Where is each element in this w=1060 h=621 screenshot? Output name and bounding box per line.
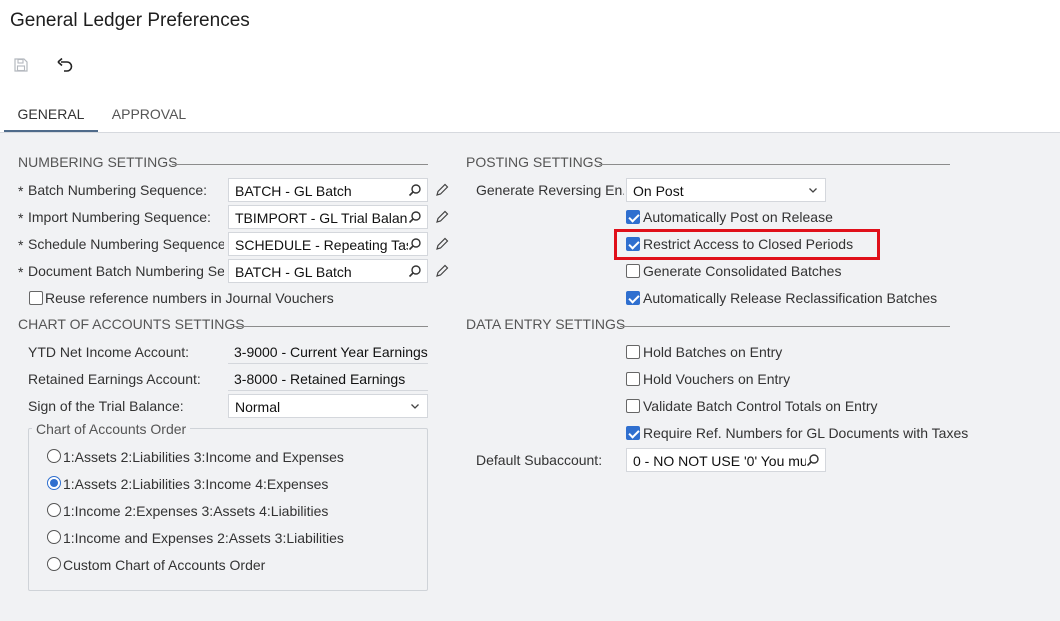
generate-reversing-label: Generate Reversing En... bbox=[476, 182, 624, 198]
search-icon[interactable] bbox=[408, 237, 422, 251]
ytd-net-income-label: YTD Net Income Account: bbox=[28, 344, 190, 360]
hold-batches-checkbox[interactable] bbox=[626, 345, 640, 359]
import-numbering-value: TBIMPORT - GL Trial Balance bbox=[235, 210, 421, 226]
import-numbering-input[interactable]: TBIMPORT - GL Trial Balance bbox=[228, 205, 428, 229]
undo-button[interactable] bbox=[55, 55, 75, 75]
document-batch-numbering-value: BATCH - GL Batch bbox=[235, 264, 352, 280]
hold-batches-label: Hold Batches on Entry bbox=[643, 344, 783, 360]
generate-consolidated-label: Generate Consolidated Batches bbox=[643, 263, 842, 279]
search-icon[interactable] bbox=[408, 264, 422, 278]
coa-order-radio-1[interactable] bbox=[47, 449, 61, 463]
coa-order-radio-3[interactable] bbox=[47, 503, 61, 517]
coa-order-option-label: Custom Chart of Accounts Order bbox=[63, 557, 266, 573]
default-subaccount-value: 0 - NO NOT USE '0' You must bbox=[633, 453, 819, 469]
search-icon[interactable] bbox=[806, 453, 820, 467]
ytd-net-income-value: 3-9000 - Current Year Earnings bbox=[228, 340, 428, 364]
generate-reversing-select[interactable]: On Post bbox=[626, 178, 826, 202]
sign-trial-balance-value: Normal bbox=[235, 399, 281, 415]
tab-approval[interactable]: APPROVAL bbox=[104, 96, 194, 133]
sign-trial-balance-select[interactable]: Normal bbox=[228, 394, 428, 418]
numbering-section-title: NUMBERING SETTINGS bbox=[18, 154, 178, 170]
save-button[interactable] bbox=[11, 55, 31, 75]
coa-order-option-label: 1:Income 2:Expenses 3:Assets 4:Liabiliti… bbox=[63, 503, 329, 519]
batch-numbering-input[interactable]: BATCH - GL Batch bbox=[228, 178, 428, 202]
tab-divider bbox=[0, 132, 1060, 133]
schedule-numbering-input[interactable]: SCHEDULE - Repeating Task bbox=[228, 232, 428, 256]
sign-trial-balance-label: Sign of the Trial Balance: bbox=[28, 398, 184, 414]
chevron-down-icon bbox=[806, 183, 820, 197]
default-subaccount-label: Default Subaccount: bbox=[476, 452, 603, 468]
require-ref-numbers-checkbox[interactable] bbox=[626, 426, 640, 440]
auto-release-reclass-label: Automatically Release Reclassification B… bbox=[643, 290, 938, 306]
edit-pencil-icon[interactable] bbox=[435, 264, 449, 278]
required-marker: * bbox=[18, 183, 24, 199]
auto-post-release-checkbox[interactable] bbox=[626, 210, 640, 224]
restrict-closed-periods-label: Restrict Access to Closed Periods bbox=[643, 236, 854, 252]
coa-order-option-label: 1:Assets 2:Liabilities 3:Income 4:Expens… bbox=[63, 476, 329, 492]
coa-section-rule bbox=[234, 326, 428, 327]
coa-order-option-label: 1:Income and Expenses 2:Assets 3:Liabili… bbox=[63, 530, 344, 546]
coa-order-title: Chart of Accounts Order bbox=[32, 421, 191, 437]
search-icon[interactable] bbox=[408, 183, 422, 197]
batch-numbering-value: BATCH - GL Batch bbox=[235, 183, 352, 199]
reuse-ref-numbers-checkbox[interactable] bbox=[29, 291, 43, 305]
data-entry-section-rule bbox=[620, 326, 950, 327]
hold-vouchers-checkbox[interactable] bbox=[626, 372, 640, 386]
validate-batch-totals-checkbox[interactable] bbox=[626, 399, 640, 413]
save-icon bbox=[14, 58, 28, 72]
required-marker: * bbox=[18, 264, 24, 280]
generate-consolidated-checkbox[interactable] bbox=[626, 264, 640, 278]
posting-section-title: POSTING SETTINGS bbox=[466, 154, 603, 170]
tab-general[interactable]: GENERAL bbox=[4, 96, 98, 133]
edit-pencil-icon[interactable] bbox=[435, 210, 449, 224]
data-entry-section-title: DATA ENTRY SETTINGS bbox=[466, 316, 626, 332]
auto-release-reclass-checkbox[interactable] bbox=[626, 291, 640, 305]
hold-vouchers-label: Hold Vouchers on Entry bbox=[643, 371, 791, 387]
batch-numbering-label: Batch Numbering Sequence: bbox=[28, 182, 207, 198]
edit-pencil-icon[interactable] bbox=[435, 237, 449, 251]
import-numbering-label: Import Numbering Sequence: bbox=[28, 209, 211, 225]
schedule-numbering-label: Schedule Numbering Sequence: bbox=[28, 236, 224, 252]
coa-order-radio-5[interactable] bbox=[47, 557, 61, 571]
coa-order-radio-2[interactable] bbox=[47, 476, 61, 490]
undo-icon bbox=[57, 57, 73, 72]
generate-reversing-value: On Post bbox=[633, 183, 684, 199]
auto-post-release-label: Automatically Post on Release bbox=[643, 209, 833, 225]
chevron-down-icon bbox=[408, 399, 422, 413]
coa-order-option-label: 1:Assets 2:Liabilities 3:Income and Expe… bbox=[63, 449, 344, 465]
page-header: General Ledger Preferences GENERAL APPRO… bbox=[0, 0, 1060, 133]
default-subaccount-input[interactable]: 0 - NO NOT USE '0' You must bbox=[626, 448, 826, 472]
reuse-ref-numbers-label: Reuse reference numbers in Journal Vouch… bbox=[45, 290, 334, 306]
restrict-closed-periods-checkbox[interactable] bbox=[626, 237, 640, 251]
retained-earnings-value: 3-8000 - Retained Earnings bbox=[228, 367, 428, 391]
require-ref-numbers-label: Require Ref. Numbers for GL Documents wi… bbox=[643, 425, 969, 441]
document-batch-numbering-input[interactable]: BATCH - GL Batch bbox=[228, 259, 428, 283]
retained-earnings-label: Retained Earnings Account: bbox=[28, 371, 201, 387]
numbering-section-rule bbox=[172, 164, 428, 165]
document-batch-numbering-label: Document Batch Numbering Se... bbox=[28, 263, 224, 279]
coa-section-title: CHART OF ACCOUNTS SETTINGS bbox=[18, 316, 245, 332]
required-marker: * bbox=[18, 237, 24, 253]
page-title: General Ledger Preferences bbox=[10, 10, 250, 31]
posting-section-rule bbox=[599, 164, 950, 165]
search-icon[interactable] bbox=[408, 210, 422, 224]
validate-batch-totals-label: Validate Batch Control Totals on Entry bbox=[643, 398, 878, 414]
edit-pencil-icon[interactable] bbox=[435, 183, 449, 197]
coa-order-radio-4[interactable] bbox=[47, 530, 61, 544]
required-marker: * bbox=[18, 210, 24, 226]
schedule-numbering-value: SCHEDULE - Repeating Task bbox=[235, 237, 420, 253]
